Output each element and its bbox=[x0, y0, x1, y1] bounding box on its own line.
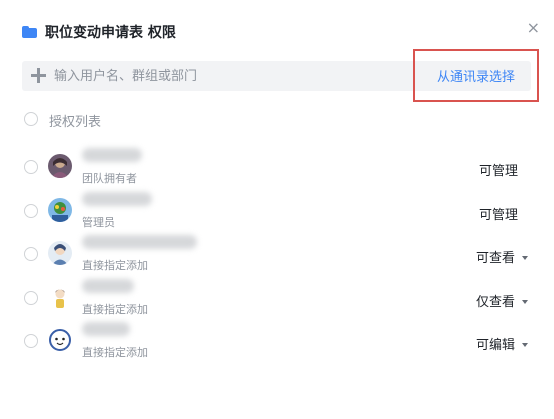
member-name-redacted bbox=[82, 235, 197, 249]
member-checkbox[interactable] bbox=[24, 247, 38, 261]
member-role: 直接指定添加 bbox=[82, 303, 148, 316]
member-row: 直接指定添加 可查看 bbox=[0, 235, 554, 281]
member-name-redacted bbox=[82, 279, 134, 293]
dialog-title: 职位变动申请表 权限 bbox=[45, 25, 176, 41]
avatar bbox=[48, 198, 72, 222]
member-role: 管理员 bbox=[82, 216, 115, 229]
member-row: 直接指定添加 可编辑 bbox=[0, 322, 554, 368]
permission-label: 可查看 bbox=[475, 251, 515, 266]
member-row: 直接指定添加 仅查看 bbox=[0, 279, 554, 325]
search-input[interactable] bbox=[54, 61, 414, 91]
avatar bbox=[48, 241, 72, 265]
caret-down-icon bbox=[522, 342, 528, 347]
select-from-contacts-label: 从通讯录选择 bbox=[436, 70, 515, 85]
caret-down-icon bbox=[522, 255, 528, 260]
select-from-contacts-button[interactable]: 从通讯录选择 bbox=[413, 49, 539, 102]
permission-dropdown[interactable]: 可查看 bbox=[476, 247, 528, 266]
avatar bbox=[48, 285, 72, 309]
member-name-redacted bbox=[82, 192, 152, 206]
member-checkbox[interactable] bbox=[24, 160, 38, 174]
member-checkbox[interactable] bbox=[24, 334, 38, 348]
avatar bbox=[48, 328, 72, 352]
permission-label: 仅查看 bbox=[475, 295, 515, 310]
close-icon[interactable]: × bbox=[527, 18, 540, 37]
folder-icon bbox=[22, 26, 37, 38]
permission-label: 可管理 bbox=[478, 208, 518, 223]
section-label: 授权列表 bbox=[49, 115, 102, 130]
dialog-header: 职位变动申请表 权限 bbox=[22, 22, 176, 42]
member-checkbox[interactable] bbox=[24, 204, 38, 218]
permission-label: 可管理 bbox=[478, 164, 518, 179]
member-role: 直接指定添加 bbox=[82, 259, 148, 272]
member-row: 团队拥有者 可管理 bbox=[0, 148, 554, 194]
select-all-checkbox[interactable] bbox=[24, 112, 38, 126]
permission-dropdown[interactable]: 可编辑 bbox=[476, 334, 528, 353]
member-checkbox[interactable] bbox=[24, 291, 38, 305]
member-name-redacted bbox=[82, 322, 130, 336]
member-role: 直接指定添加 bbox=[82, 346, 148, 359]
member-name-redacted bbox=[82, 148, 142, 162]
caret-down-icon bbox=[522, 299, 528, 304]
plus-icon[interactable] bbox=[31, 68, 46, 83]
member-row: 管理员 可管理 bbox=[0, 192, 554, 238]
avatar bbox=[48, 154, 72, 178]
member-role: 团队拥有者 bbox=[82, 172, 137, 185]
permission-dropdown[interactable]: 仅查看 bbox=[476, 291, 528, 310]
permission-label: 可编辑 bbox=[475, 338, 515, 353]
